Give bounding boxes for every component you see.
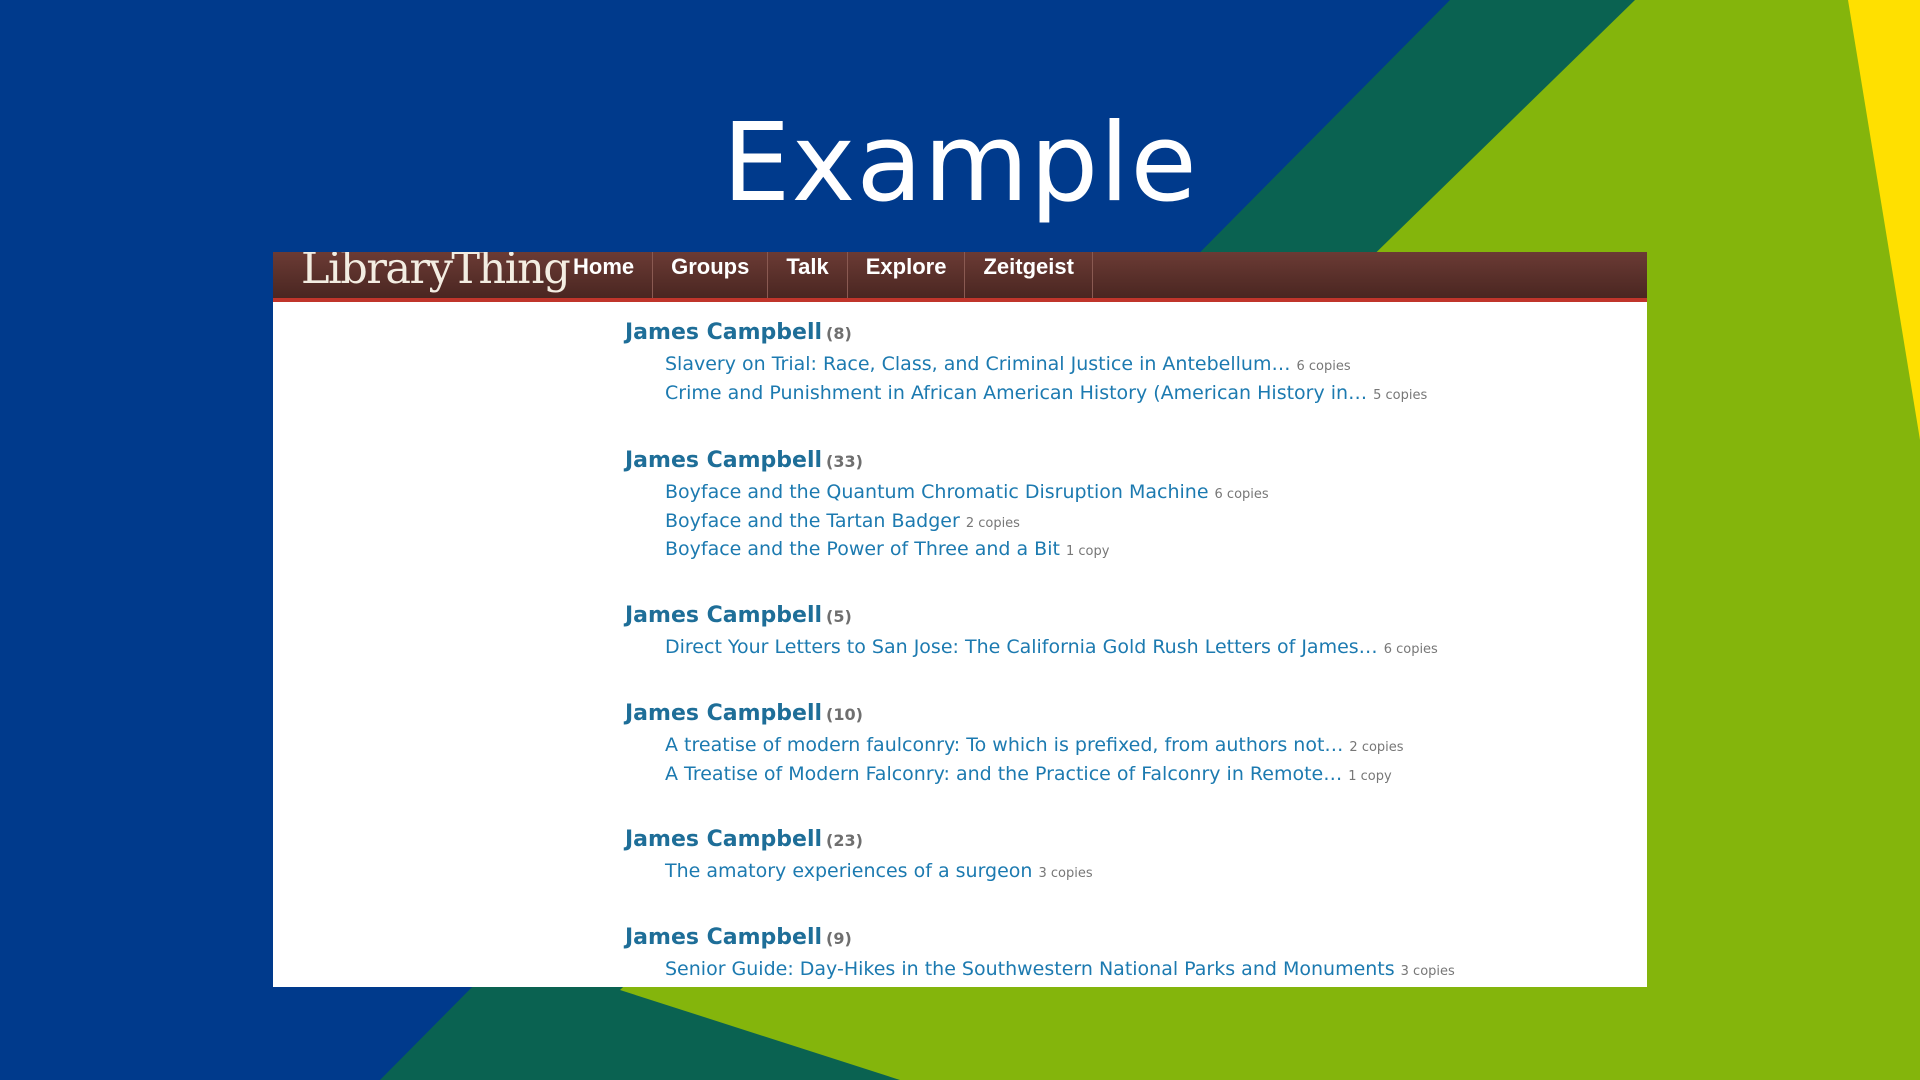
work-list: Boyface and the Quantum Chromatic Disrup… (665, 478, 1585, 564)
librarything-screenshot: LibraryThing Home Groups Talk Explore Ze… (273, 252, 1647, 987)
author-heading: James Campbell (33) (625, 444, 1585, 478)
work-item: Slavery on Trial: Race, Class, and Crimi… (665, 350, 1585, 379)
author-name-link[interactable]: James Campbell (625, 320, 822, 345)
work-item: Boyface and the Tartan Badger 2 copies (665, 507, 1585, 536)
author-work-count: (10) (826, 705, 863, 724)
work-list: Senior Guide: Day-Hikes in the Southwest… (665, 955, 1585, 984)
author-name-link[interactable]: James Campbell (625, 701, 822, 726)
author-entry: James Campbell (33) Boyface and the Quant… (625, 444, 1585, 599)
work-list: A treatise of modern faulconry: To which… (665, 731, 1585, 788)
author-heading: James Campbell (8) (625, 316, 1585, 350)
work-item: A treatise of modern faulconry: To which… (665, 731, 1585, 760)
work-item: The amatory experiences of a surgeon 3 co… (665, 857, 1585, 886)
copies-count: 2 copies (965, 515, 1020, 531)
author-name-link[interactable]: James Campbell (625, 827, 822, 852)
nav-talk[interactable]: Talk (768, 252, 848, 298)
work-list: Slavery on Trial: Race, Class, and Crimi… (665, 350, 1585, 407)
work-item: A Treatise of Modern Falconry: and the P… (665, 760, 1585, 789)
work-item: Senior Guide: Day-Hikes in the Southwest… (665, 955, 1585, 984)
author-heading: James Campbell (5) (625, 599, 1585, 633)
copies-count: 3 copies (1038, 866, 1093, 881)
work-title-link[interactable]: Direct Your Letters to San Jose: The Cal… (665, 636, 1378, 658)
author-heading: James Campbell (10) (625, 697, 1585, 731)
author-name-link[interactable]: James Campbell (625, 603, 822, 628)
slide-title: Example (722, 101, 1198, 226)
nav-menu: Home Groups Talk Explore Zeitgeist (555, 252, 1093, 298)
copies-count: 6 copies (1383, 642, 1438, 657)
work-title-link[interactable]: Boyface and the Tartan Badger (665, 510, 960, 532)
author-entry: James Campbell (10) A treatise of modern … (625, 697, 1585, 823)
work-list: The amatory experiences of a surgeon 3 co… (665, 857, 1585, 886)
work-title-link[interactable]: Boyface and the Power of Three and a Bit (665, 538, 1060, 560)
work-title-link[interactable]: Boyface and the Quantum Chromatic Disrup… (665, 481, 1209, 503)
author-name-link[interactable]: James Campbell (625, 448, 822, 473)
copies-count: 1 copy (1065, 544, 1110, 559)
copies-count: 1 copy (1348, 768, 1392, 784)
author-entry: James Campbell (5) Direct Your Letters to… (625, 599, 1585, 697)
work-title-link[interactable]: Senior Guide: Day-Hikes in the Southwest… (665, 958, 1395, 980)
copies-count: 5 copies (1373, 387, 1428, 403)
author-work-count: (5) (826, 607, 852, 626)
navbar: LibraryThing Home Groups Talk Explore Ze… (273, 252, 1647, 302)
copies-count: 2 copies (1349, 740, 1404, 755)
work-title-link[interactable]: A Treatise of Modern Falconry: and the P… (665, 763, 1342, 785)
author-heading: James Campbell (23) (625, 823, 1585, 857)
author-name-link[interactable]: James Campbell (625, 925, 822, 950)
copies-count: 3 copies (1400, 964, 1455, 979)
work-title-link[interactable]: A treatise of modern faulconry: To which… (665, 734, 1343, 756)
author-entry: James Campbell (9) Senior Guide: Day-Hike… (625, 921, 1585, 987)
nav-home[interactable]: Home (555, 252, 654, 298)
author-work-count: (9) (826, 929, 852, 948)
author-results: James Campbell (8) Slavery on Trial: Race… (625, 316, 1585, 987)
nav-explore[interactable]: Explore (848, 252, 966, 298)
nav-zeitgeist[interactable]: Zeitgeist (965, 252, 1093, 298)
copies-count: 6 copies (1296, 359, 1351, 374)
copies-count: 6 copies (1214, 487, 1269, 502)
author-entry: James Campbell (23) The amatory experienc… (625, 823, 1585, 921)
work-title-link[interactable]: The amatory experiences of a surgeon (665, 860, 1032, 882)
work-item: Boyface and the Power of Three and a Bit… (665, 535, 1585, 564)
author-work-count: (23) (826, 831, 863, 850)
author-work-count: (8) (826, 324, 852, 343)
nav-groups[interactable]: Groups (653, 252, 769, 298)
work-item: Direct Your Letters to San Jose: The Cal… (665, 633, 1585, 662)
work-item: Crime and Punishment in African American… (665, 379, 1585, 408)
author-entry: James Campbell (8) Slavery on Trial: Race… (625, 316, 1585, 444)
librarything-logo[interactable]: LibraryThing (301, 252, 571, 294)
work-title-link[interactable]: Crime and Punishment in African American… (665, 382, 1367, 404)
author-heading: James Campbell (9) (625, 921, 1585, 955)
work-list: Direct Your Letters to San Jose: The Cal… (665, 633, 1585, 662)
work-item: Boyface and the Quantum Chromatic Disrup… (665, 478, 1585, 507)
author-work-count: (33) (826, 452, 863, 471)
work-title-link[interactable]: Slavery on Trial: Race, Class, and Crimi… (665, 353, 1290, 375)
